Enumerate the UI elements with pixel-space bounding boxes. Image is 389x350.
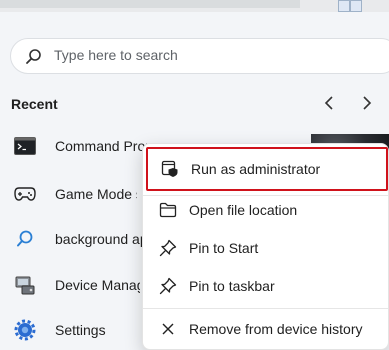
menu-item-remove-from-device-history[interactable]: Remove from device history xyxy=(143,310,389,348)
menu-item-label: Open file location xyxy=(189,202,298,218)
search-placeholder: Type here to search xyxy=(54,47,178,63)
menu-divider xyxy=(143,308,388,309)
chevron-right-icon xyxy=(361,95,373,116)
pin-icon xyxy=(159,277,177,295)
command-prompt-icon xyxy=(12,133,38,159)
cropped-cell xyxy=(350,0,362,12)
menu-item-label: Run as administrator xyxy=(191,161,321,177)
context-menu: Run as administrator Open file location … xyxy=(142,143,389,350)
cropped-cell xyxy=(338,0,350,12)
menu-item-run-as-administrator[interactable]: Run as administrator xyxy=(146,147,388,191)
recent-heading: Recent xyxy=(11,96,58,112)
device-manager-icon xyxy=(12,272,38,298)
gamepad-icon xyxy=(12,181,38,207)
menu-item-label: Remove from device history xyxy=(189,321,363,337)
gear-icon xyxy=(12,317,38,343)
recent-item-label: Settings xyxy=(55,322,106,338)
pin-icon xyxy=(159,239,177,257)
search-icon xyxy=(25,48,43,66)
recent-item-label: Device Manager xyxy=(55,277,140,293)
recent-item-label: background apps xyxy=(55,231,143,247)
search-box[interactable]: Type here to search xyxy=(10,38,389,74)
search-icon xyxy=(12,226,38,252)
folder-icon xyxy=(159,201,177,219)
menu-item-pin-to-start[interactable]: Pin to Start xyxy=(143,229,389,267)
previous-button[interactable] xyxy=(318,94,340,116)
top-strip xyxy=(0,0,389,12)
recent-item-label: Game Mode settings xyxy=(55,186,137,202)
menu-item-open-file-location[interactable]: Open file location xyxy=(143,191,389,229)
next-button[interactable] xyxy=(356,94,378,116)
menu-item-label: Pin to taskbar xyxy=(189,278,275,294)
shield-icon xyxy=(161,160,179,178)
start-menu-screen: Type here to search Recent Command Promp… xyxy=(0,0,389,350)
menu-item-pin-to-taskbar[interactable]: Pin to taskbar xyxy=(143,267,389,305)
chevron-left-icon xyxy=(323,95,335,116)
menu-item-label: Pin to Start xyxy=(189,240,259,256)
close-icon xyxy=(159,320,177,338)
cropped-bar xyxy=(0,0,300,8)
recent-item-label: Command Prompt xyxy=(55,138,150,154)
